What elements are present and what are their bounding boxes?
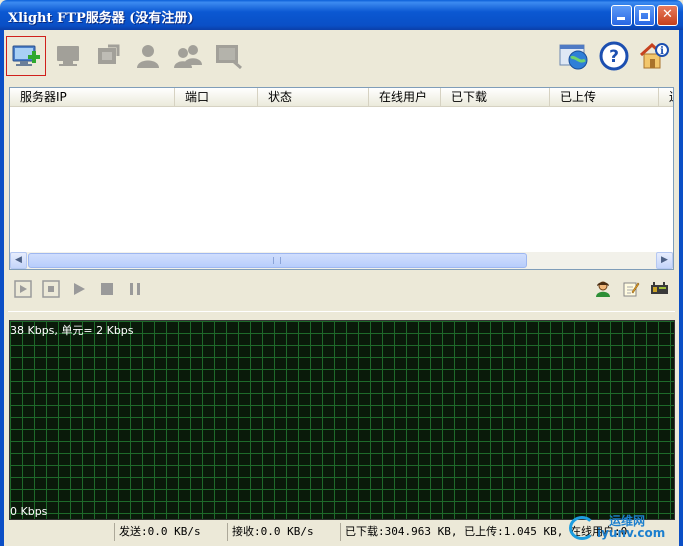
status-panel-empty — [4, 523, 114, 541]
traffic-graph: 38 Kbps, 单元= 2 Kbps 0 Kbps — [9, 320, 675, 520]
minimize-button[interactable] — [611, 5, 632, 26]
toolbar: ? i — [4, 30, 679, 88]
close-button[interactable]: ✕ — [657, 5, 678, 26]
play-icon — [74, 283, 85, 295]
column-connections[interactable]: 连 — [659, 88, 673, 106]
watermark-subtext: iyunv.com — [597, 526, 666, 540]
scroll-left-button[interactable]: ◀ — [10, 252, 27, 269]
column-status[interactable]: 状态 — [258, 88, 369, 106]
help-button[interactable]: ? — [594, 36, 634, 76]
watermark-logo: 运维网 iyunv.com — [569, 512, 679, 542]
scroll-grip-icon — [273, 257, 281, 264]
column-online-users[interactable]: 在线用户 — [369, 88, 441, 106]
step-icon — [14, 280, 32, 298]
svg-text:?: ? — [609, 47, 619, 67]
server-button[interactable] — [48, 36, 88, 76]
maximize-icon — [639, 10, 650, 21]
maximize-button[interactable] — [634, 5, 655, 26]
column-port[interactable]: 端口 — [175, 88, 258, 106]
graph-top-label: 38 Kbps, 单元= 2 Kbps — [10, 324, 134, 337]
server-list[interactable]: 服务器IP 端口 状态 在线用户 已下载 已上传 连 ◀ ▶ — [9, 87, 674, 270]
window-frame-right — [679, 30, 683, 546]
chevron-right-icon: ▶ — [661, 255, 668, 265]
minimize-icon — [617, 17, 625, 20]
home-info-icon: i — [639, 42, 669, 69]
pause-button[interactable] — [126, 280, 146, 300]
user-online-icon — [596, 281, 610, 297]
column-downloaded[interactable]: 已下载 — [441, 88, 550, 106]
chevron-left-icon: ◀ — [15, 255, 22, 265]
section-divider — [8, 311, 675, 312]
column-server-ip[interactable]: 服务器IP — [10, 88, 175, 106]
step-button[interactable] — [14, 280, 34, 300]
stop-icon — [101, 283, 113, 295]
monitor-button[interactable] — [208, 36, 248, 76]
scroll-right-button[interactable]: ▶ — [656, 252, 673, 269]
web-button[interactable] — [554, 36, 594, 76]
web-globe-icon — [559, 44, 588, 70]
notepad-icon — [623, 282, 640, 297]
close-icon: ✕ — [662, 7, 673, 22]
about-button[interactable]: i — [634, 36, 674, 76]
edit-server-button[interactable] — [88, 36, 128, 76]
stop-square-icon — [42, 280, 60, 298]
monitor-icon — [216, 45, 242, 69]
user-icon — [137, 45, 159, 68]
edit-server-icon — [98, 44, 120, 64]
server-icon — [57, 46, 79, 66]
status-send-rate: 发送:0.0 KB/s — [114, 523, 227, 541]
horizontal-scrollbar[interactable]: ◀ ▶ — [10, 252, 673, 269]
column-uploaded[interactable]: 已上传 — [550, 88, 659, 106]
scroll-thumb[interactable] — [28, 253, 527, 268]
log-button[interactable] — [650, 280, 670, 300]
list-header: 服务器IP 端口 状态 在线用户 已下载 已上传 连 — [10, 88, 673, 107]
stop-frame-button[interactable] — [42, 280, 62, 300]
notepad-button[interactable] — [622, 280, 642, 300]
log-icon — [651, 282, 668, 294]
server-controls — [4, 272, 679, 308]
online-user-button[interactable] — [594, 280, 614, 300]
watermark-ring-icon — [569, 516, 595, 540]
user-button[interactable] — [128, 36, 168, 76]
add-server-button[interactable] — [6, 36, 46, 76]
window-title: Xlight FTP服务器 (没有注册) — [8, 11, 194, 26]
users-icon — [174, 45, 202, 68]
graph-bottom-label: 0 Kbps — [10, 505, 48, 518]
start-button[interactable] — [70, 280, 90, 300]
svg-text:i: i — [660, 46, 664, 57]
help-icon: ? — [599, 41, 629, 71]
users-button[interactable] — [168, 36, 208, 76]
status-receive-rate: 接收:0.0 KB/s — [227, 523, 340, 541]
pause-icon — [130, 283, 140, 295]
title-bar[interactable]: Xlight FTP服务器 (没有注册) ✕ — [0, 0, 683, 30]
stop-button[interactable] — [98, 280, 118, 300]
add-server-icon — [12, 45, 40, 66]
